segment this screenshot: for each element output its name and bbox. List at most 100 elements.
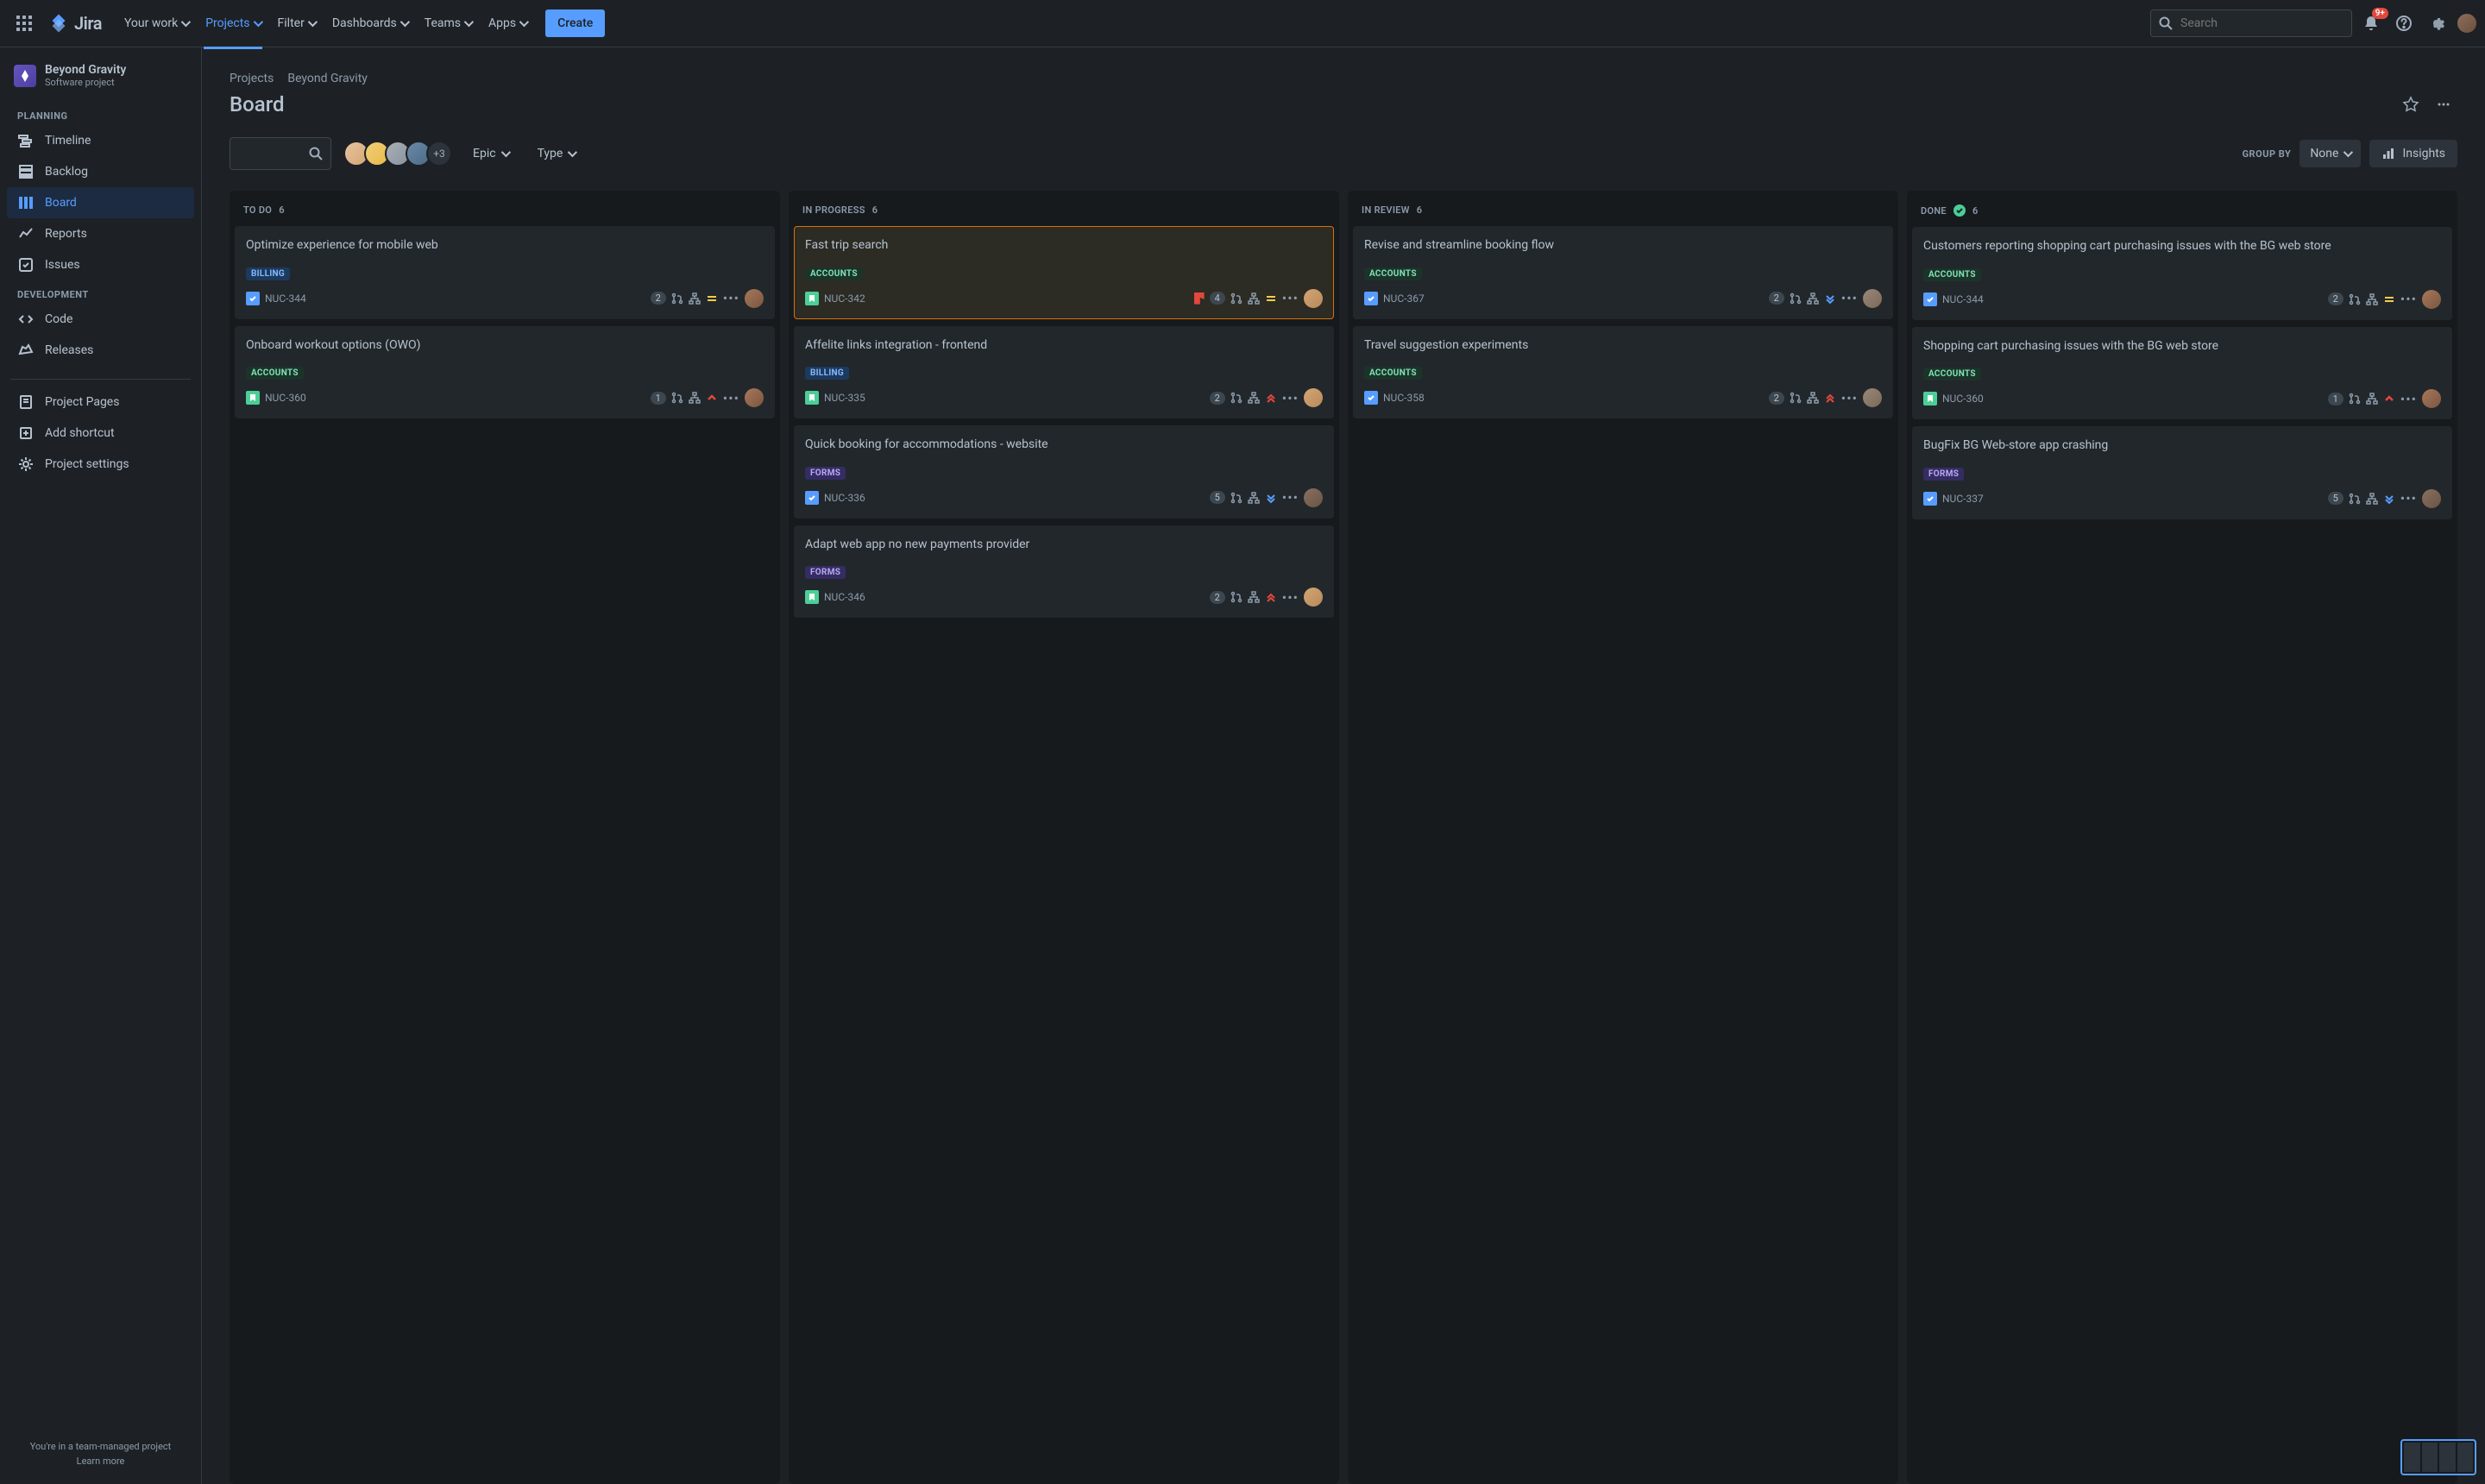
more-button[interactable] [2430, 91, 2457, 118]
minimap[interactable] [2400, 1439, 2476, 1475]
sidebar-item-project-settings[interactable]: Project settings [7, 449, 194, 480]
card-actions-icon[interactable]: ••• [1282, 489, 1299, 506]
card-actions-icon[interactable]: ••• [723, 390, 739, 406]
assignee-avatar[interactable] [1304, 488, 1323, 507]
sidebar-item-timeline[interactable]: Timeline [7, 125, 194, 156]
assignee-avatar[interactable] [2422, 489, 2441, 508]
nav-your-work[interactable]: Your work [116, 9, 197, 37]
card-actions-icon[interactable]: ••• [723, 290, 739, 306]
sidebar-item-reports[interactable]: Reports [7, 218, 194, 249]
issue-card[interactable]: Shopping cart purchasing issues with the… [1912, 327, 2452, 420]
column-header[interactable]: IN REVIEW6 [1353, 196, 1893, 226]
issue-card[interactable]: Quick booking for accommodations - websi… [794, 425, 1334, 519]
filters-row: +3 Epic Type GROUP BY None Insights [230, 137, 2457, 170]
card-footer: NUC-342 4 ••• [805, 289, 1323, 308]
notifications-button[interactable]: 9+ [2357, 9, 2385, 37]
app-switcher-icon[interactable] [7, 6, 41, 41]
issue-card[interactable]: Affelite links integration - frontend BI… [794, 326, 1334, 419]
chevron-down-icon [500, 148, 510, 157]
assignee-avatar[interactable] [745, 289, 764, 308]
group-by-select[interactable]: None [2299, 140, 2361, 167]
nav-dashboards[interactable]: Dashboards [324, 9, 416, 37]
star-button[interactable] [2397, 91, 2425, 118]
sidebar-item-project-pages[interactable]: Project Pages [7, 387, 194, 418]
user-avatar[interactable] [2456, 12, 2478, 35]
assignee-avatar[interactable] [2422, 290, 2441, 309]
card-footer: NUC-346 2 ••• [805, 588, 1323, 607]
card-tag: ACCOUNTS [805, 267, 863, 280]
card-actions-icon[interactable]: ••• [2400, 291, 2417, 307]
card-actions-icon[interactable]: ••• [1282, 290, 1299, 306]
nav-filter[interactable]: Filter [269, 9, 324, 37]
card-tag: ACCOUNTS [246, 367, 304, 380]
sidebar-item-board[interactable]: Board [7, 187, 194, 218]
epic-filter[interactable]: Epic [464, 140, 517, 167]
story-points: 2 [1210, 392, 1225, 405]
jira-logo[interactable]: Jira [45, 13, 112, 34]
insights-icon [2381, 147, 2395, 160]
card-actions-icon[interactable]: ••• [2400, 490, 2417, 506]
section-planning-label: PLANNING [7, 102, 194, 125]
assignee-avatar[interactable] [1863, 289, 1882, 308]
card-title: Affelite links integration - frontend [805, 337, 1323, 355]
create-button[interactable]: Create [545, 9, 605, 37]
search-input[interactable] [2150, 9, 2352, 37]
section-development-label: DEVELOPMENT [7, 280, 194, 304]
card-title: Customers reporting shopping cart purcha… [1923, 238, 2441, 255]
issue-card[interactable]: BugFix BG Web-store app crashing FORMS N… [1912, 426, 2452, 519]
column-header[interactable]: IN PROGRESS6 [794, 196, 1334, 226]
card-actions-icon[interactable]: ••• [1282, 589, 1299, 606]
sidebar-item-releases[interactable]: Releases [7, 335, 194, 366]
column-in-review: IN REVIEW6 Revise and streamline booking… [1348, 191, 1898, 1484]
assignee-avatar[interactable] [1304, 388, 1323, 407]
gear-icon [2428, 15, 2445, 32]
nav-apps[interactable]: Apps [480, 9, 535, 37]
card-title: Adapt web app no new payments provider [805, 537, 1323, 554]
card-actions-icon[interactable]: ••• [1841, 390, 1858, 406]
issue-card[interactable]: Revise and streamline booking flow ACCOU… [1353, 226, 1893, 319]
card-footer: NUC-336 5 ••• [805, 488, 1323, 507]
insights-button[interactable]: Insights [2369, 140, 2457, 167]
card-title: Travel suggestion experiments [1364, 337, 1882, 355]
assignee-avatar[interactable] [2422, 389, 2441, 408]
card-actions-icon[interactable]: ••• [1282, 390, 1299, 406]
issue-card[interactable]: Travel suggestion experiments ACCOUNTS N… [1353, 326, 1893, 419]
settings-button[interactable] [2423, 9, 2450, 37]
column-header[interactable]: DONE6 [1912, 196, 2452, 227]
sidebar-item-add-shortcut[interactable]: Add shortcut [7, 418, 194, 449]
releases-icon [17, 342, 35, 359]
story-points: 4 [1210, 292, 1225, 305]
nav-teams[interactable]: Teams [416, 9, 480, 37]
card-actions-icon[interactable]: ••• [2400, 391, 2417, 407]
assignee-filter[interactable]: +3 [343, 141, 452, 167]
help-button[interactable] [2390, 9, 2418, 37]
issue-card[interactable]: Optimize experience for mobile web BILLI… [235, 226, 775, 319]
assignee-avatar[interactable] [1863, 388, 1882, 407]
board-title: Board [230, 92, 285, 116]
type-filter[interactable]: Type [529, 140, 584, 167]
issue-key: NUC-344 [265, 292, 306, 305]
task-icon [246, 292, 260, 305]
sidebar-item-backlog[interactable]: Backlog [7, 156, 194, 187]
card-actions-icon[interactable]: ••• [1841, 290, 1858, 306]
assignee-avatar[interactable] [745, 388, 764, 407]
issue-card[interactable]: Adapt web app no new payments provider F… [794, 525, 1334, 619]
issue-card[interactable]: Customers reporting shopping cart purcha… [1912, 227, 2452, 320]
assignee-avatar[interactable] [1304, 588, 1323, 607]
issue-card[interactable]: Onboard workout options (OWO) ACCOUNTS N… [235, 326, 775, 419]
task-icon [1923, 492, 1937, 506]
assignee-avatar[interactable] [1304, 289, 1323, 308]
breadcrumb-project[interactable]: Beyond Gravity [287, 72, 368, 85]
issue-card[interactable]: Fast trip search ACCOUNTS NUC-342 4 ••• [794, 226, 1334, 319]
breadcrumb-projects[interactable]: Projects [230, 72, 274, 85]
child-issues-icon [1248, 392, 1260, 404]
column-header[interactable]: TO DO6 [235, 196, 775, 226]
story-points: 5 [1210, 491, 1225, 504]
learn-more-link[interactable]: Learn more [14, 1456, 187, 1467]
check-icon [1953, 204, 1966, 217]
sidebar-item-code[interactable]: Code [7, 304, 194, 335]
sidebar-item-issues[interactable]: Issues [7, 249, 194, 280]
project-header[interactable]: Beyond Gravity Software project [7, 63, 194, 102]
nav-projects[interactable]: Projects [197, 9, 268, 37]
jira-mark-icon [48, 13, 69, 34]
